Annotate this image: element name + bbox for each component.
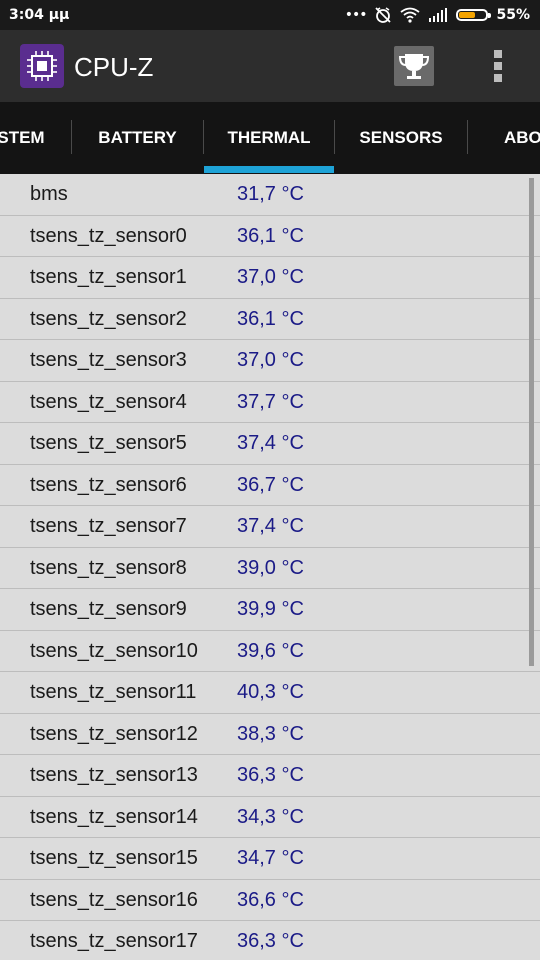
sensor-name: tsens_tz_sensor0: [30, 224, 187, 247]
sensor-temperature: 36,3 °C: [237, 930, 304, 952]
wifi-icon: [400, 7, 421, 23]
thermal-row: tsens_tz_sensor16 36,6 °C: [0, 880, 540, 921]
thermal-row: tsens_tz_sensor4 37,7 °C: [0, 382, 540, 423]
sensor-temperature: 40,3 °C: [237, 681, 304, 703]
battery-level-fill: [459, 12, 475, 18]
sensor-name: tsens_tz_sensor2: [30, 307, 187, 330]
sensor-temperature: 31,7 °C: [237, 183, 304, 205]
sensor-name: tsens_tz_sensor11: [30, 681, 197, 703]
sensor-temperature: 36,1 °C: [237, 307, 304, 330]
sensor-temperature: 37,0 °C: [237, 266, 304, 288]
tab-system[interactable]: STEM: [0, 102, 56, 174]
trophy-icon: [398, 54, 430, 79]
tab-about[interactable]: ABO: [468, 102, 540, 174]
sensor-name: tsens_tz_sensor12: [30, 722, 198, 745]
thermal-row: tsens_tz_sensor3 37,0 °C: [0, 340, 540, 382]
tab-label: ABO: [504, 128, 540, 147]
sensor-name: tsens_tz_sensor13: [30, 764, 198, 786]
thermal-row: tsens_tz_sensor0 36,1 °C: [0, 216, 540, 257]
sensor-temperature: 37,4 °C: [237, 515, 304, 537]
sensor-name: tsens_tz_sensor14: [30, 805, 198, 828]
thermal-row: tsens_tz_sensor7 37,4 °C: [0, 506, 540, 548]
sensor-temperature: 36,6 °C: [237, 888, 304, 911]
signal-icon: [429, 8, 448, 22]
battery-icon: [456, 9, 492, 21]
tab-label: BATTERY: [98, 128, 177, 147]
status-bar: 3:04 μμ ••• 55%: [0, 0, 540, 30]
tab-selected-indicator: [204, 166, 334, 173]
sensor-temperature: 39,6 °C: [237, 639, 304, 662]
thermal-row: tsens_tz_sensor9 39,9 °C: [0, 589, 540, 631]
tab-thermal[interactable]: THERMAL: [204, 102, 334, 174]
sensor-temperature: 36,7 °C: [237, 473, 304, 496]
tab-sensors[interactable]: SENSORS: [335, 102, 467, 174]
sensor-name: tsens_tz_sensor9: [30, 598, 187, 620]
cpu-chip-logo-icon: [20, 44, 64, 88]
thermal-row: tsens_tz_sensor8 39,0 °C: [0, 548, 540, 589]
sensor-name: tsens_tz_sensor1: [30, 266, 187, 288]
sensor-temperature: 39,9 °C: [237, 598, 304, 620]
thermal-row: tsens_tz_sensor12 38,3 °C: [0, 714, 540, 755]
more-vert-icon[interactable]: [488, 48, 508, 84]
thermal-row: tsens_tz_sensor14 34,3 °C: [0, 797, 540, 838]
thermal-row: tsens_tz_sensor1 37,0 °C: [0, 257, 540, 299]
sensor-name: tsens_tz_sensor16: [30, 888, 198, 911]
sensor-name: tsens_tz_sensor5: [30, 432, 187, 454]
sensor-name: bms: [30, 183, 68, 205]
thermal-row: tsens_tz_sensor13 36,3 °C: [0, 755, 540, 797]
status-time: 3:04 μμ: [9, 7, 70, 23]
sensor-temperature: 36,1 °C: [237, 224, 304, 247]
sensor-temperature: 34,7 °C: [237, 847, 304, 869]
tab-label: THERMAL: [227, 128, 311, 147]
tab-label: STEM: [0, 128, 45, 147]
scrollbar[interactable]: [529, 178, 534, 666]
sensor-name: tsens_tz_sensor6: [30, 473, 187, 496]
sensor-name: tsens_tz_sensor7: [30, 515, 187, 537]
battery-percent: 55%: [496, 7, 530, 23]
sensor-temperature: 39,0 °C: [237, 556, 304, 579]
notification-dots-icon: •••: [344, 7, 368, 23]
app-title: CPU-Z: [74, 52, 154, 82]
sensor-temperature: 37,7 °C: [237, 390, 304, 413]
thermal-row: tsens_tz_sensor15 34,7 °C: [0, 838, 540, 880]
sensor-temperature: 37,0 °C: [237, 349, 304, 371]
tab-bar: STEM BATTERY THERMAL SENSORS ABO: [0, 102, 540, 174]
thermal-row: tsens_tz_sensor2 36,1 °C: [0, 299, 540, 340]
alarm-off-icon: [375, 7, 392, 23]
thermal-row: tsens_tz_sensor6 36,7 °C: [0, 465, 540, 506]
status-icons: ••• 55%: [345, 5, 530, 25]
sensor-temperature: 38,3 °C: [237, 722, 304, 745]
thermal-row: tsens_tz_sensor17 36,3 °C: [0, 921, 540, 960]
trophy-button[interactable]: [394, 46, 434, 86]
sensor-name: tsens_tz_sensor10: [30, 639, 198, 662]
thermal-row: tsens_tz_sensor10 39,6 °C: [0, 631, 540, 672]
sensor-name: tsens_tz_sensor17: [30, 930, 198, 952]
thermal-row: tsens_tz_sensor11 40,3 °C: [0, 672, 540, 714]
tab-battery[interactable]: BATTERY: [72, 102, 203, 174]
sensor-temperature: 37,4 °C: [237, 432, 304, 454]
sensor-temperature: 36,3 °C: [237, 764, 304, 786]
tab-label: SENSORS: [359, 128, 443, 147]
app-bar: CPU-Z: [0, 30, 540, 102]
sensor-temperature: 34,3 °C: [237, 805, 304, 828]
sensor-name: tsens_tz_sensor8: [30, 556, 187, 579]
thermal-row: tsens_tz_sensor5 37,4 °C: [0, 423, 540, 465]
thermal-list[interactable]: bms 31,7 °C tsens_tz_sensor0 36,1 °C tsens_t…: [0, 174, 540, 960]
thermal-row: bms 31,7 °C: [0, 174, 540, 216]
sensor-name: tsens_tz_sensor15: [30, 847, 198, 869]
sensor-name: tsens_tz_sensor4: [30, 390, 187, 413]
sensor-name: tsens_tz_sensor3: [30, 349, 187, 371]
